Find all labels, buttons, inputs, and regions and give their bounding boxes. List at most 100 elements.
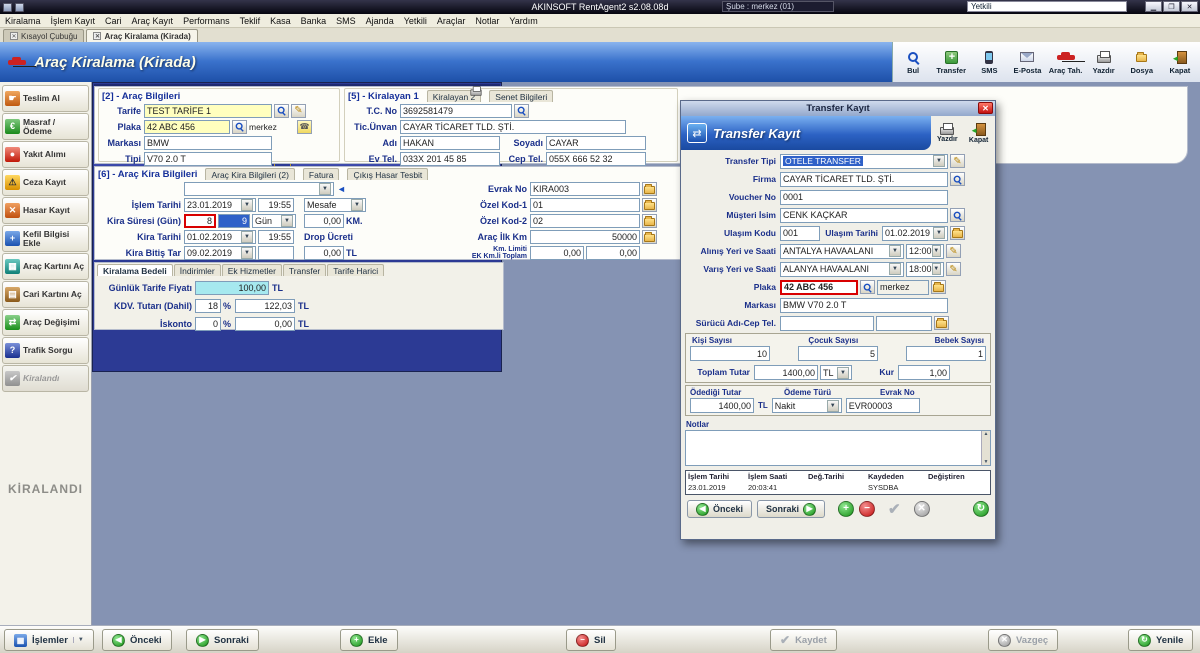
printer-icon[interactable]	[471, 86, 482, 96]
tab-arac-kira-2[interactable]: Araç Kira Bilgileri (2)	[205, 168, 294, 180]
email-button[interactable]: E-Posta	[1009, 50, 1045, 75]
tariff-edit-button[interactable]: ✎	[291, 104, 306, 118]
dialog-titlebar[interactable]: Transfer Kayıt ✕	[681, 101, 995, 116]
speaker-icon[interactable]: ◄	[337, 184, 346, 194]
dialog-delete-button[interactable]: −	[859, 501, 875, 517]
menu-notlar[interactable]: Notlar	[470, 16, 504, 26]
rental-days-alt-field[interactable]: 9	[218, 214, 250, 228]
last-name-field[interactable]: CAYAR	[546, 136, 646, 150]
payment-type-select[interactable]: Nakit ▼	[772, 398, 842, 413]
payment-doc-no-field[interactable]: EVR00003	[846, 398, 920, 413]
tab-senet-bilgileri[interactable]: Senet Bilgileri	[489, 90, 553, 102]
dialog-next-button[interactable]: Sonraki ▶	[757, 500, 825, 518]
initial-km-folder-button[interactable]	[642, 230, 657, 244]
phone-lookup-button[interactable]: ☎	[297, 120, 312, 134]
minimize-icon[interactable]: ▁	[1145, 1, 1162, 12]
tariff-search-button[interactable]	[274, 104, 289, 118]
tab-indirimler[interactable]: İndirimler	[174, 264, 221, 276]
sidebar-item-arac-degisimi[interactable]: ⇄ Araç Değişimi	[2, 309, 89, 336]
home-phone-field[interactable]: 033X 201 45 85	[400, 152, 500, 166]
total-amount-field[interactable]: 1400,00	[754, 365, 818, 380]
extra-km-total-field[interactable]: 0,00	[586, 246, 640, 260]
day-unit-select[interactable]: Gün▼	[252, 214, 296, 228]
document-no-field[interactable]: KIRA003	[530, 182, 640, 196]
sidebar-item-masraf-odeme[interactable]: € Masraf / Ödeme	[2, 113, 89, 140]
tab-kiralama-bedeli[interactable]: Kiralama Bedeli	[97, 264, 173, 276]
km-limit-field[interactable]: 0,00	[530, 246, 584, 260]
tariff-field[interactable]: TEST TARİFE 1	[144, 104, 272, 118]
menu-kasa[interactable]: Kasa	[265, 16, 296, 26]
plate-folder-button[interactable]	[931, 280, 946, 294]
dialog-refresh-button[interactable]: ↻	[973, 501, 989, 517]
sidebar-item-cari-kartini-ac[interactable]: ▤ Cari Kartını Aç	[2, 281, 89, 308]
plate-search-button[interactable]	[860, 280, 875, 294]
exchange-rate-field[interactable]: 1,00	[898, 365, 950, 380]
transport-date-folder-button[interactable]	[950, 226, 965, 240]
chevron-down-icon[interactable]: ▼	[837, 367, 849, 379]
delete-button[interactable]: − Sil	[566, 629, 616, 651]
arrival-place-select[interactable]: ALANYA HAVAALANI ▼	[780, 262, 904, 277]
print-button[interactable]: Yazdır	[1086, 50, 1122, 75]
chevron-down-icon[interactable]: ▼	[241, 199, 253, 211]
chevron-down-icon[interactable]: ▼	[889, 263, 901, 275]
transfer-type-edit-button[interactable]: ✎	[950, 154, 965, 168]
transfer-type-select[interactable]: OTELE TRANSFER ▼	[780, 154, 948, 169]
quick-select[interactable]: ▼	[184, 182, 334, 196]
brand-field[interactable]: BMW	[144, 136, 272, 150]
sidebar-item-trafik-sorgu[interactable]: ? Trafik Sorgu	[2, 337, 89, 364]
pickup-place-select[interactable]: ANTALYA HAVAALANI ▼	[780, 244, 904, 259]
tab-arac-kiralama[interactable]: ✕ Araç Kiralama (Kirada)	[86, 29, 197, 42]
distance-select[interactable]: Mesafe▼	[304, 198, 366, 212]
pickup-edit-button[interactable]: ✎	[946, 244, 961, 258]
sidebar-item-teslim-al[interactable]: ☛ Teslim Al	[2, 85, 89, 112]
special-code1-folder-button[interactable]	[642, 198, 657, 212]
special-code2-folder-button[interactable]	[642, 214, 657, 228]
chevron-down-icon[interactable]: ▼	[933, 155, 945, 167]
driver-phone-field[interactable]	[876, 316, 932, 331]
transport-code-field[interactable]: 001	[780, 226, 820, 241]
paid-amount-field[interactable]: 1400,00	[690, 398, 754, 413]
company-search-button[interactable]	[950, 172, 965, 186]
menu-banka[interactable]: Banka	[296, 16, 332, 26]
tc-no-field[interactable]: 3692581479	[400, 104, 512, 118]
notes-textarea[interactable]: ▲▼	[685, 430, 991, 466]
plate-search-button[interactable]	[232, 120, 247, 134]
menu-performans[interactable]: Performans	[178, 16, 235, 26]
menu-kiralama[interactable]: Kiralama	[0, 16, 46, 26]
close-tab-icon[interactable]: ✕	[10, 32, 18, 40]
voucher-no-field[interactable]: 0001	[780, 190, 948, 205]
sidebar-item-hasar-kayit[interactable]: ✕ Hasar Kayıt	[2, 197, 89, 224]
menu-araclar[interactable]: Araçlar	[432, 16, 471, 26]
menu-cari[interactable]: Cari	[100, 16, 127, 26]
file-button[interactable]: Dosya	[1124, 50, 1160, 75]
pickup-time-select[interactable]: 12:00 ▼	[906, 244, 944, 259]
baby-count-field[interactable]: 1	[906, 346, 986, 361]
initial-km-field[interactable]: 50000	[530, 230, 640, 244]
tab-cikis-hasar[interactable]: Çıkış Hasar Tesbit	[347, 168, 428, 180]
tab-tarife-harici[interactable]: Tarife Harici	[327, 264, 384, 276]
child-count-field[interactable]: 5	[798, 346, 878, 361]
chevron-down-icon[interactable]: ▼	[889, 245, 901, 257]
menu-yetkili[interactable]: Yetkili	[399, 16, 432, 26]
dialog-print-button[interactable]: Yazdır	[932, 123, 962, 143]
sidebar-item-ceza-kayit[interactable]: ⚠ Ceza Kayıt	[2, 169, 89, 196]
brand-field[interactable]: BMW V70 2.0 T	[780, 298, 948, 313]
menu-sms[interactable]: SMS	[331, 16, 361, 26]
chevron-down-icon[interactable]: ▼	[932, 245, 941, 257]
dialog-add-button[interactable]: +	[838, 501, 854, 517]
user-select[interactable]: Yetkili	[967, 1, 1127, 12]
discount-amount-field[interactable]: 0,00	[235, 317, 295, 331]
chevron-down-icon[interactable]: ▼	[319, 183, 331, 195]
process-time-field[interactable]: 19:55	[258, 198, 294, 212]
refresh-button[interactable]: ↻ Yenile	[1128, 629, 1193, 651]
daily-rate-field[interactable]: 100,00	[195, 281, 269, 295]
tab-kisayol-cubugu[interactable]: ✕ Kısayol Çubuğu	[3, 29, 84, 42]
next-button[interactable]: ▶ Sonraki	[186, 629, 259, 651]
chevron-down-icon[interactable]: ▼	[241, 231, 253, 243]
find-button[interactable]: Bul	[895, 50, 931, 75]
sms-button[interactable]: SMS	[971, 50, 1007, 75]
tab-ek-hizmetler[interactable]: Ek Hizmetler	[222, 264, 282, 276]
rental-start-date-field[interactable]: 01.02.2019▼	[184, 230, 256, 244]
special-code1-field[interactable]: 01	[530, 198, 640, 212]
chevron-down-icon[interactable]: ▼	[933, 227, 945, 239]
